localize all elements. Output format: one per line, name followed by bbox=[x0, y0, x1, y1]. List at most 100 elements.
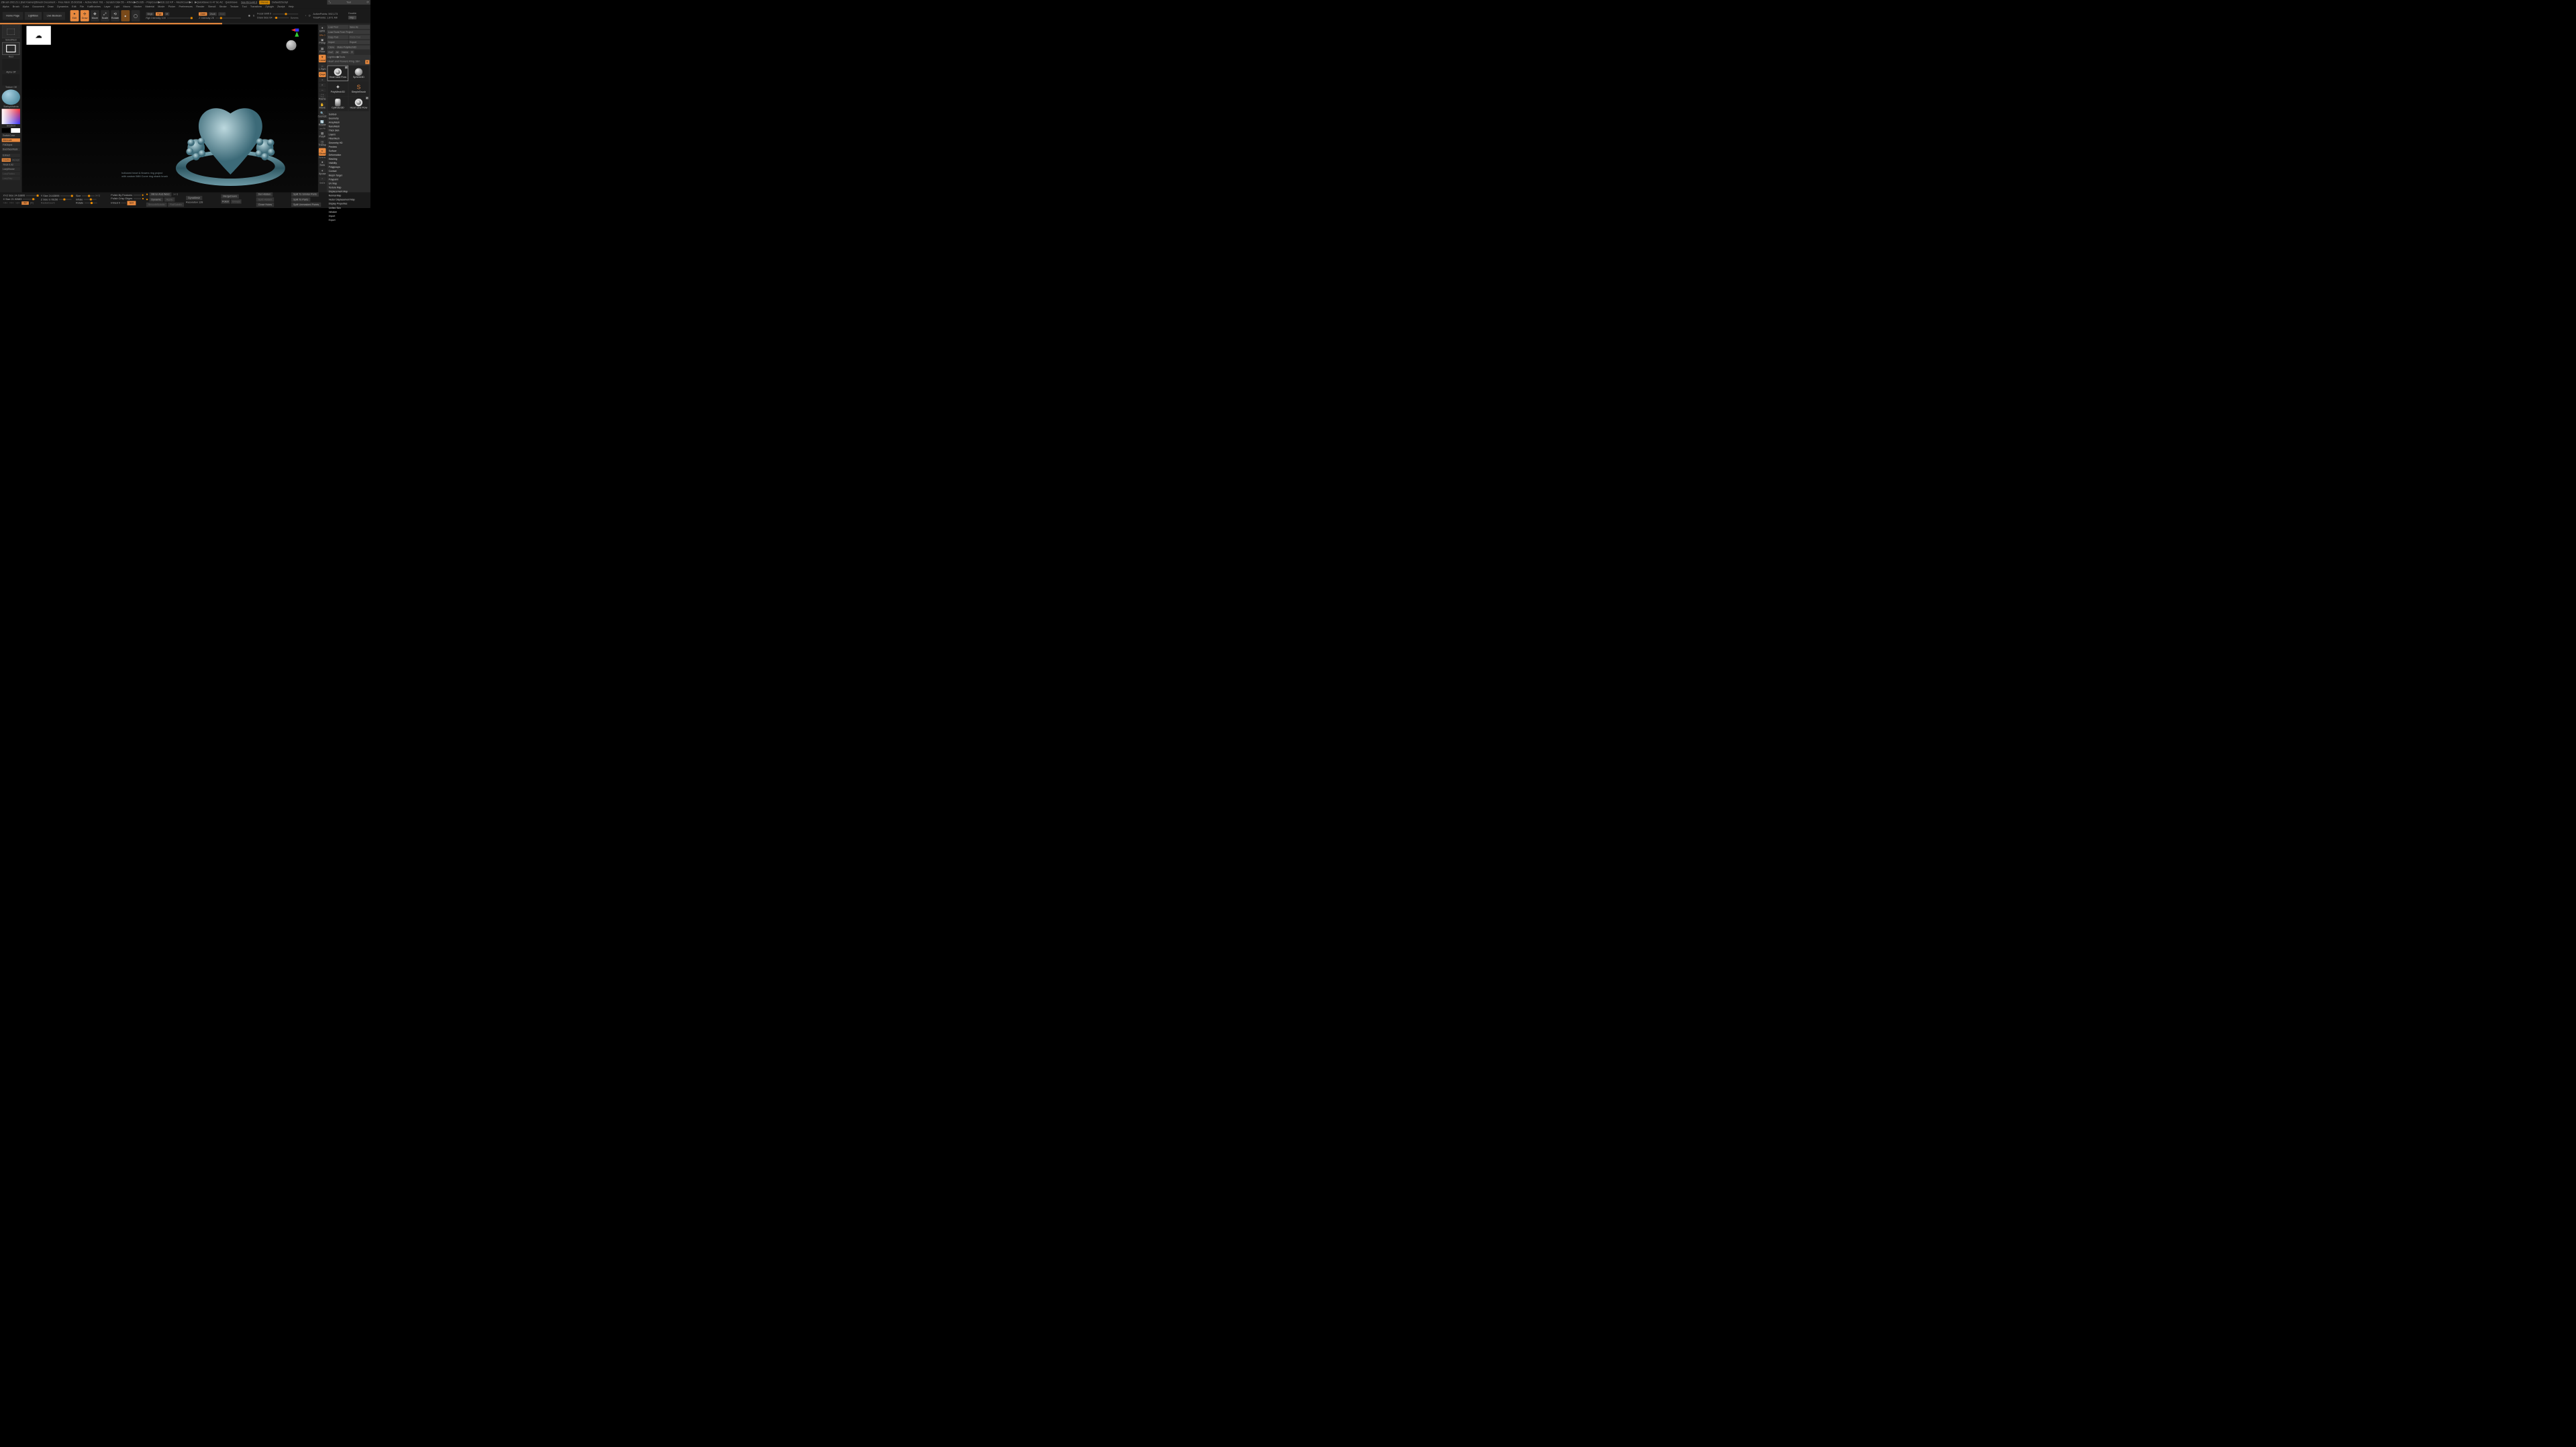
y-size[interactable]: Y Size 24.63895 bbox=[41, 195, 60, 197]
menu-document[interactable]: Document bbox=[32, 5, 44, 8]
r-center[interactable]: (R) bbox=[30, 201, 34, 204]
radialcount[interactable]: RadialCount bbox=[41, 201, 55, 204]
persp-button[interactable]: ▣Persp bbox=[319, 38, 326, 45]
menu-brush[interactable]: Brush bbox=[13, 5, 19, 8]
polish-crisp-slider[interactable] bbox=[134, 198, 141, 199]
local-button[interactable]: ⌖Local bbox=[319, 54, 326, 62]
menu-light[interactable]: Light bbox=[114, 5, 119, 8]
contrast-button[interactable]: ◐ bbox=[319, 177, 326, 181]
menu-transform[interactable]: Transform bbox=[250, 5, 262, 8]
resolution-slider[interactable]: Resolution 128 bbox=[186, 201, 203, 203]
rgb-slider[interactable] bbox=[167, 17, 193, 19]
spix-slider[interactable]: SPix 3 bbox=[319, 34, 326, 36]
y-center[interactable]: >Y< bbox=[9, 201, 14, 204]
tool-sphere3d[interactable]: Sphere3D bbox=[348, 66, 368, 81]
aa2-button[interactable]: ⟳ bbox=[319, 83, 326, 87]
close-holes[interactable]: Close Holes bbox=[256, 202, 275, 206]
double-label[interactable]: Double bbox=[348, 12, 356, 15]
tool-simplebrush[interactable]: SSimpleBrush bbox=[348, 81, 368, 96]
menu-alpha[interactable]: Alpha bbox=[3, 5, 9, 8]
tool-cylinder3d[interactable]: Cylinder3D bbox=[328, 97, 348, 111]
menu-texture[interactable]: Texture bbox=[230, 5, 238, 8]
move-button[interactable]: ✥Move bbox=[91, 10, 99, 21]
main-secondary-color[interactable] bbox=[2, 128, 20, 133]
rotate-nav-button[interactable]: 🔄Rotate bbox=[319, 119, 326, 127]
xyz-size[interactable]: XYZ Size 24.63895 bbox=[3, 194, 26, 197]
zint-slider[interactable] bbox=[215, 17, 241, 19]
nav-sphere[interactable] bbox=[286, 40, 296, 50]
ghost-button[interactable]: ◐Ghost bbox=[319, 148, 326, 156]
xsize-slider[interactable] bbox=[23, 199, 36, 200]
menus-button[interactable]: Menus bbox=[259, 1, 270, 5]
m-center[interactable]: >M< bbox=[21, 201, 29, 205]
load-from-project-button[interactable]: Load Tools From Project bbox=[327, 30, 370, 34]
groups-btn[interactable]: Groups bbox=[231, 199, 241, 203]
stroke-rect[interactable] bbox=[2, 42, 19, 55]
rotate-slider[interactable] bbox=[85, 203, 97, 204]
z-center[interactable]: >Z< bbox=[15, 201, 20, 204]
r-tool-button[interactable]: R bbox=[365, 60, 369, 64]
z-size[interactable]: Z Size 9.78156 bbox=[41, 198, 58, 201]
rotate-deform[interactable]: Rotate bbox=[76, 201, 83, 204]
drawsize-slider[interactable] bbox=[274, 17, 289, 19]
menu-preferences[interactable]: Preferences bbox=[179, 5, 193, 8]
xpose-button[interactable]: ✶Xpose bbox=[319, 168, 326, 176]
color-picker[interactable] bbox=[2, 109, 20, 124]
gradient-label[interactable]: Gradient bbox=[7, 125, 15, 128]
del-hidden[interactable]: Del Hidden bbox=[256, 192, 273, 196]
edit-button[interactable]: ✦Edit bbox=[70, 10, 79, 21]
menu-tool[interactable]: Tool bbox=[242, 5, 247, 8]
axis-gizmo[interactable] bbox=[291, 28, 302, 39]
split-parts[interactable]: Split To Parts bbox=[291, 197, 310, 201]
menu-draw[interactable]: Draw bbox=[48, 5, 54, 8]
menu-picker[interactable]: Picker bbox=[168, 5, 176, 8]
lazymouse-button[interactable]: LazyMouse bbox=[2, 167, 20, 170]
size-deform[interactable]: Size bbox=[76, 195, 81, 197]
mrgb-button[interactable]: Mrgb bbox=[146, 12, 154, 15]
select-rect[interactable] bbox=[2, 26, 19, 38]
mergedown[interactable]: MergeDown bbox=[221, 195, 239, 199]
menu-movie[interactable]: Movie bbox=[158, 5, 164, 8]
menu-katbrushes[interactable]: KatBrushes bbox=[87, 5, 101, 8]
quicksave-button[interactable]: QuickSave bbox=[224, 1, 239, 5]
imbed-slider-lbl[interactable]: Imbed 0 bbox=[111, 201, 120, 204]
viewport[interactable]: ☁ hollowed heart & flowers ring proj bbox=[22, 24, 318, 192]
rgb-intensity[interactable]: Rgb Intensity 100 bbox=[146, 17, 165, 19]
goz-button[interactable]: GoZ bbox=[327, 50, 334, 54]
menu-color[interactable]: Color bbox=[23, 5, 29, 8]
menu-material[interactable]: Material bbox=[145, 5, 154, 8]
menu-macro[interactable]: Macro bbox=[123, 5, 131, 8]
double-button[interactable]: Double bbox=[2, 158, 11, 162]
zadd-button[interactable]: Zadd bbox=[199, 12, 207, 15]
tool-heart-ring-2[interactable]: Heart and Flow7 bbox=[348, 97, 368, 111]
focal-slider[interactable] bbox=[273, 13, 298, 15]
imbed-slider[interactable] bbox=[121, 203, 127, 204]
sculptris-button[interactable]: ● bbox=[121, 10, 130, 21]
menu-dynamics[interactable]: Dynamics bbox=[57, 5, 68, 8]
tool-heart-ring[interactable]: Heart and Flow7 bbox=[328, 66, 348, 81]
bpr-button[interactable]: ●BPR bbox=[319, 26, 326, 33]
z-intensity[interactable]: Z Intensity 25 bbox=[199, 17, 214, 19]
setdir-button[interactable]: SetDir bbox=[319, 182, 325, 184]
polish-features[interactable]: Polish By Features bbox=[111, 194, 132, 197]
draw-size[interactable]: Draw Size 64 bbox=[257, 16, 273, 19]
xyz-label[interactable]: X Y Z bbox=[95, 195, 100, 197]
menu-edit[interactable]: Edit bbox=[72, 5, 77, 8]
dynamic2-label[interactable]: Dynamic bbox=[319, 156, 326, 158]
ysize-slider[interactable] bbox=[60, 195, 73, 197]
lsym-button[interactable]: ↔L.Sym bbox=[319, 63, 326, 70]
polish-btn[interactable]: Polish bbox=[221, 199, 230, 203]
lightbox-tab[interactable]: LightBox bbox=[25, 12, 42, 20]
dynamesh-quick[interactable]: ◯ bbox=[131, 10, 140, 21]
menu-zscript[interactable]: Zscript bbox=[277, 5, 285, 8]
rotate-button[interactable]: ⟲Rotate bbox=[111, 10, 119, 21]
texture-slot[interactable] bbox=[2, 74, 19, 86]
move-nav-button[interactable]: ✋Move bbox=[319, 102, 326, 109]
zsize-slider[interactable] bbox=[59, 199, 72, 200]
import-button[interactable]: Import bbox=[327, 40, 348, 44]
lazyradius-slider[interactable]: LazyRadius bbox=[2, 172, 20, 175]
xyz-button[interactable]: Qxyz bbox=[319, 72, 326, 77]
tool-tab-header[interactable]: ⤡ Tool ⟳ bbox=[327, 0, 370, 5]
load-tool-button[interactable]: Load Tool bbox=[327, 25, 348, 29]
rgb-button[interactable]: Rgb bbox=[156, 12, 163, 15]
